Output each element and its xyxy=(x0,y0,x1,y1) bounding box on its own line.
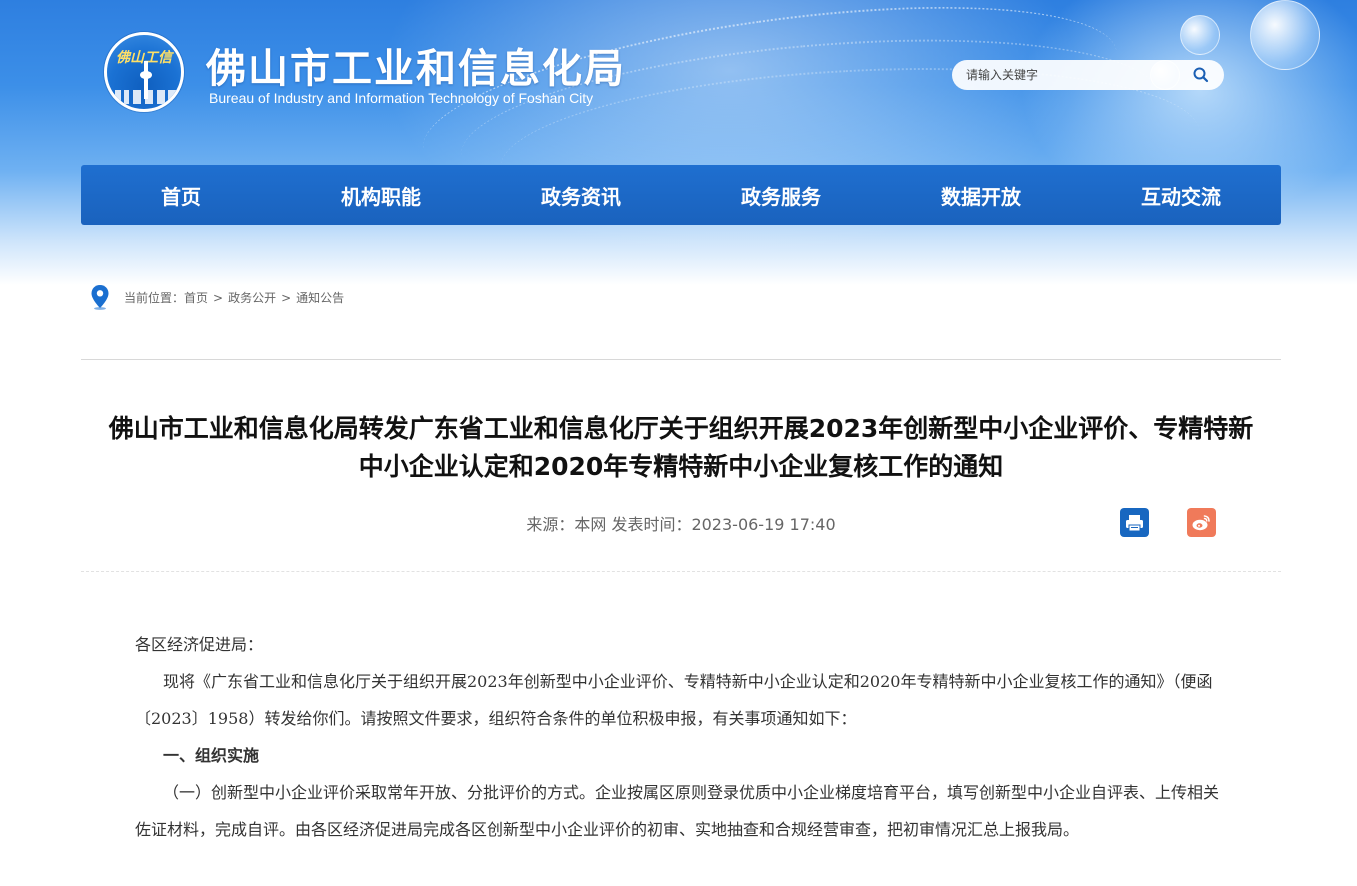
article-title-line: 佛山市工业和信息化局转发广东省工业和信息化厅关于组织开展2023年创新型中小企业… xyxy=(108,414,1254,443)
main-nav: 首页 机构职能 政务资讯 政务服务 数据开放 互动交流 xyxy=(81,165,1281,225)
nav-item-services[interactable]: 政务服务 xyxy=(681,165,881,225)
article-paragraph: 现将《广东省工业和信息化厅关于组织开展2023年创新型中小企业评价、专精特新中小… xyxy=(135,672,1213,728)
breadcrumb-prefix: 当前位置： xyxy=(124,290,185,305)
print-icon xyxy=(1126,515,1143,532)
search-input[interactable] xyxy=(966,65,1176,85)
banner-sphere-decoration xyxy=(1250,0,1320,70)
breadcrumb-separator: > xyxy=(281,290,292,305)
breadcrumb-link-home[interactable]: 首页 xyxy=(184,291,208,305)
article-salutation: 各区经济促进局： xyxy=(135,635,264,654)
article-title: 佛山市工业和信息化局转发广东省工业和信息化厅关于组织开展2023年创新型中小企业… xyxy=(81,410,1281,486)
article-body: 各区经济促进局： 现将《广东省工业和信息化厅关于组织开展2023年创新型中小企业… xyxy=(135,626,1230,848)
location-pin-icon xyxy=(90,284,110,310)
breadcrumb-link-notices[interactable]: 通知公告 xyxy=(296,291,344,305)
article-title-line: 中小企业认定和2020年专精特新中小企业复核工作的通知 xyxy=(358,452,1004,481)
site-subtitle: Bureau of Industry and Information Techn… xyxy=(209,90,594,106)
article-section-heading: 一、组织实施 xyxy=(163,746,260,765)
divider xyxy=(81,359,1281,360)
weibo-icon xyxy=(1192,515,1210,531)
breadcrumb-separator: > xyxy=(213,290,224,305)
site-logo[interactable]: 佛山工信 xyxy=(104,32,184,112)
logo-skyline xyxy=(115,90,177,104)
nav-item-organization[interactable]: 机构职能 xyxy=(281,165,481,225)
divider xyxy=(81,571,1281,572)
print-button[interactable] xyxy=(1120,508,1149,537)
weibo-share-button[interactable] xyxy=(1187,508,1216,537)
nav-item-interaction[interactable]: 互动交流 xyxy=(1081,165,1281,225)
search-icon[interactable] xyxy=(1192,66,1210,84)
banner-sphere-decoration xyxy=(1180,15,1220,55)
header-banner: 佛山工信 佛山市工业和信息化局 Bureau of Industry and I… xyxy=(0,0,1357,285)
nav-item-home[interactable]: 首页 xyxy=(81,165,281,225)
nav-item-news[interactable]: 政务资讯 xyxy=(481,165,681,225)
breadcrumb: 当前位置：首页 > 政务公开 > 通知公告 xyxy=(90,282,344,312)
article-meta: 来源：本网 发表时间：2023-06-19 17:40 xyxy=(526,515,836,534)
breadcrumb-trail: 当前位置：首页 > 政务公开 > 通知公告 xyxy=(124,289,344,306)
article-paragraph: （一）创新型中小企业评价采取常年开放、分批评价的方式。企业按属区原则登录优质中小… xyxy=(135,783,1220,839)
logo-tower-ball xyxy=(140,71,152,79)
breadcrumb-link-gov-affairs[interactable]: 政务公开 xyxy=(228,291,276,305)
nav-item-open-data[interactable]: 数据开放 xyxy=(881,165,1081,225)
search-box xyxy=(952,60,1224,90)
site-title: 佛山市工业和信息化局 xyxy=(206,46,626,92)
